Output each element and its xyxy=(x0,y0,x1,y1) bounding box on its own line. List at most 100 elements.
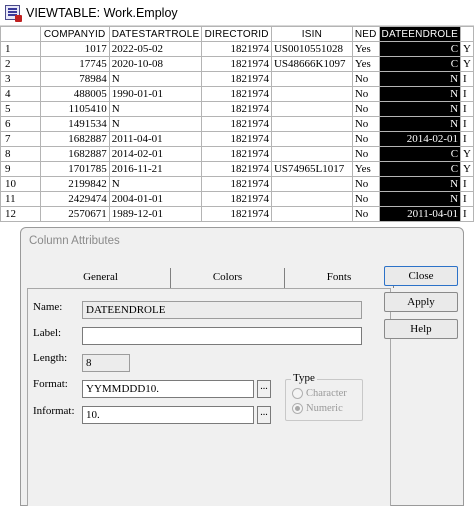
table-cell[interactable]: C xyxy=(378,41,462,57)
table-cell[interactable] xyxy=(270,71,353,87)
table-cell[interactable] xyxy=(270,131,353,147)
format-field[interactable]: YYMMDDD10. xyxy=(82,380,254,398)
table-cell[interactable]: N xyxy=(378,191,462,207)
table-cell[interactable]: 2014-02-01 xyxy=(378,131,462,147)
table-cell[interactable]: 2022-05-02 xyxy=(108,41,203,57)
table-cell[interactable]: 1682887 xyxy=(39,146,110,162)
table-row[interactable]: 3 78984 N 1821974 No N I xyxy=(0,71,474,87)
table-cell[interactable]: 1821974 xyxy=(201,176,272,192)
table-row[interactable]: 12 2570671 1989-12-01 1821974 No 2011-04-01 I xyxy=(0,206,474,222)
row-number[interactable]: 10 xyxy=(0,176,41,192)
table-cell[interactable]: 78984 xyxy=(39,71,110,87)
table-cell[interactable]: 1701785 xyxy=(39,161,110,177)
format-browse-button[interactable]: ... xyxy=(257,380,271,398)
table-cell[interactable]: 1821974 xyxy=(201,56,272,72)
table-cell[interactable] xyxy=(270,86,353,102)
table-cell[interactable]: No xyxy=(351,101,380,117)
table-cell[interactable]: N xyxy=(108,176,203,192)
row-number[interactable]: 11 xyxy=(0,191,41,207)
table-cell[interactable]: Yes xyxy=(351,56,380,72)
table-cell[interactable]: 2004-01-01 xyxy=(108,191,203,207)
table-cell[interactable] xyxy=(270,206,353,222)
table-cell[interactable]: 1821974 xyxy=(201,206,272,222)
table-cell[interactable]: No xyxy=(351,71,380,87)
table-cell[interactable]: N xyxy=(108,101,203,117)
table-cell[interactable]: C xyxy=(378,161,462,177)
table-cell[interactable]: I xyxy=(460,71,474,87)
radio-character[interactable] xyxy=(292,388,303,399)
table-cell[interactable]: No xyxy=(351,131,380,147)
table-row[interactable]: 9 1701785 2016-11-21 1821974 US74965L1017 Yes… xyxy=(0,161,474,177)
table-cell[interactable]: 1821974 xyxy=(201,71,272,87)
row-number[interactable]: 1 xyxy=(0,41,41,57)
table-cell[interactable]: 2011-04-01 xyxy=(108,131,203,147)
table-cell[interactable]: Y xyxy=(460,146,474,162)
table-cell[interactable]: No xyxy=(351,146,380,162)
table-row[interactable]: 6 1491534 N 1821974 No N I xyxy=(0,116,474,132)
table-cell[interactable]: 2016-11-21 xyxy=(108,161,203,177)
table-cell[interactable]: 488005 xyxy=(39,86,110,102)
help-button[interactable]: Help xyxy=(384,319,458,339)
table-cell[interactable]: Y xyxy=(460,161,474,177)
table-cell[interactable]: No xyxy=(351,116,380,132)
table-cell[interactable]: Yes xyxy=(351,41,380,57)
row-number[interactable]: 9 xyxy=(0,161,41,177)
table-cell[interactable]: N xyxy=(108,71,203,87)
table-cell[interactable]: N xyxy=(378,101,462,117)
table-cell[interactable]: I xyxy=(460,131,474,147)
table-cell[interactable]: No xyxy=(351,206,380,222)
type-character-option[interactable]: Character xyxy=(292,388,347,399)
tab-colors[interactable]: Colors xyxy=(171,268,285,288)
table-cell[interactable]: 2011-04-01 xyxy=(378,206,462,222)
column-header-dateendrole[interactable]: DATEENDROLE xyxy=(378,26,462,42)
radio-numeric[interactable] xyxy=(292,403,303,414)
table-cell[interactable]: 17745 xyxy=(39,56,110,72)
table-cell[interactable]: 1105410 xyxy=(39,101,110,117)
table-cell[interactable]: N xyxy=(378,176,462,192)
table-cell[interactable]: No xyxy=(351,176,380,192)
table-cell[interactable]: Y xyxy=(460,56,474,72)
table-cell[interactable]: 1682887 xyxy=(39,131,110,147)
table-cell[interactable] xyxy=(270,101,353,117)
table-row[interactable]: 5 1105410 N 1821974 No N I xyxy=(0,101,474,117)
table-row[interactable]: 2 17745 2020-10-08 1821974 US48666K1097 Yes C Y xyxy=(0,56,474,72)
row-number[interactable]: 12 xyxy=(0,206,41,222)
table-cell[interactable]: US74965L1017 xyxy=(270,161,353,177)
table-cell[interactable]: I xyxy=(460,101,474,117)
table-row[interactable]: 8 1682887 2014-02-01 1821974 No C Y xyxy=(0,146,474,162)
type-numeric-option[interactable]: Numeric xyxy=(292,403,343,414)
table-cell[interactable]: 2020-10-08 xyxy=(108,56,203,72)
table-cell[interactable] xyxy=(270,176,353,192)
tab-fonts[interactable]: Fonts xyxy=(285,268,394,288)
table-cell[interactable]: 2199842 xyxy=(39,176,110,192)
apply-button[interactable]: Apply xyxy=(384,292,458,312)
column-header-isin[interactable]: ISIN xyxy=(270,26,353,42)
row-number[interactable]: 5 xyxy=(0,101,41,117)
table-cell[interactable]: C xyxy=(378,56,462,72)
table-cell[interactable]: 1821974 xyxy=(201,86,272,102)
table-cell[interactable]: US48666K1097 xyxy=(270,56,353,72)
column-header-directorid[interactable]: DIRECTORID xyxy=(201,26,272,42)
row-number[interactable]: 2 xyxy=(0,56,41,72)
table-cell[interactable]: C xyxy=(378,146,462,162)
table-row[interactable]: 1 1017 2022-05-02 1821974 US0010551028 Yes C Y xyxy=(0,41,474,57)
table-row[interactable]: 10 2199842 N 1821974 No N I xyxy=(0,176,474,192)
table-cell[interactable]: I xyxy=(460,206,474,222)
table-cell[interactable]: Yes xyxy=(351,161,380,177)
table-cell[interactable]: N xyxy=(378,116,462,132)
table-cell[interactable]: 1491534 xyxy=(39,116,110,132)
table-cell[interactable]: 1821974 xyxy=(201,131,272,147)
column-header-ned[interactable]: NED xyxy=(351,26,380,42)
table-cell[interactable] xyxy=(270,146,353,162)
table-cell[interactable]: 1017 xyxy=(39,41,110,57)
table-row[interactable]: 7 1682887 2011-04-01 1821974 No 2014-02-01 I xyxy=(0,131,474,147)
table-cell[interactable]: 1821974 xyxy=(201,161,272,177)
table-cell[interactable]: 1821974 xyxy=(201,116,272,132)
table-cell[interactable]: I xyxy=(460,191,474,207)
table-cell[interactable]: Y xyxy=(460,41,474,57)
tab-general[interactable]: General xyxy=(31,268,171,288)
table-cell[interactable]: No xyxy=(351,86,380,102)
table-cell[interactable]: 1821974 xyxy=(201,41,272,57)
table-cell[interactable]: N xyxy=(378,71,462,87)
column-header-datestartrole[interactable]: DATESTARTROLE xyxy=(108,26,203,42)
